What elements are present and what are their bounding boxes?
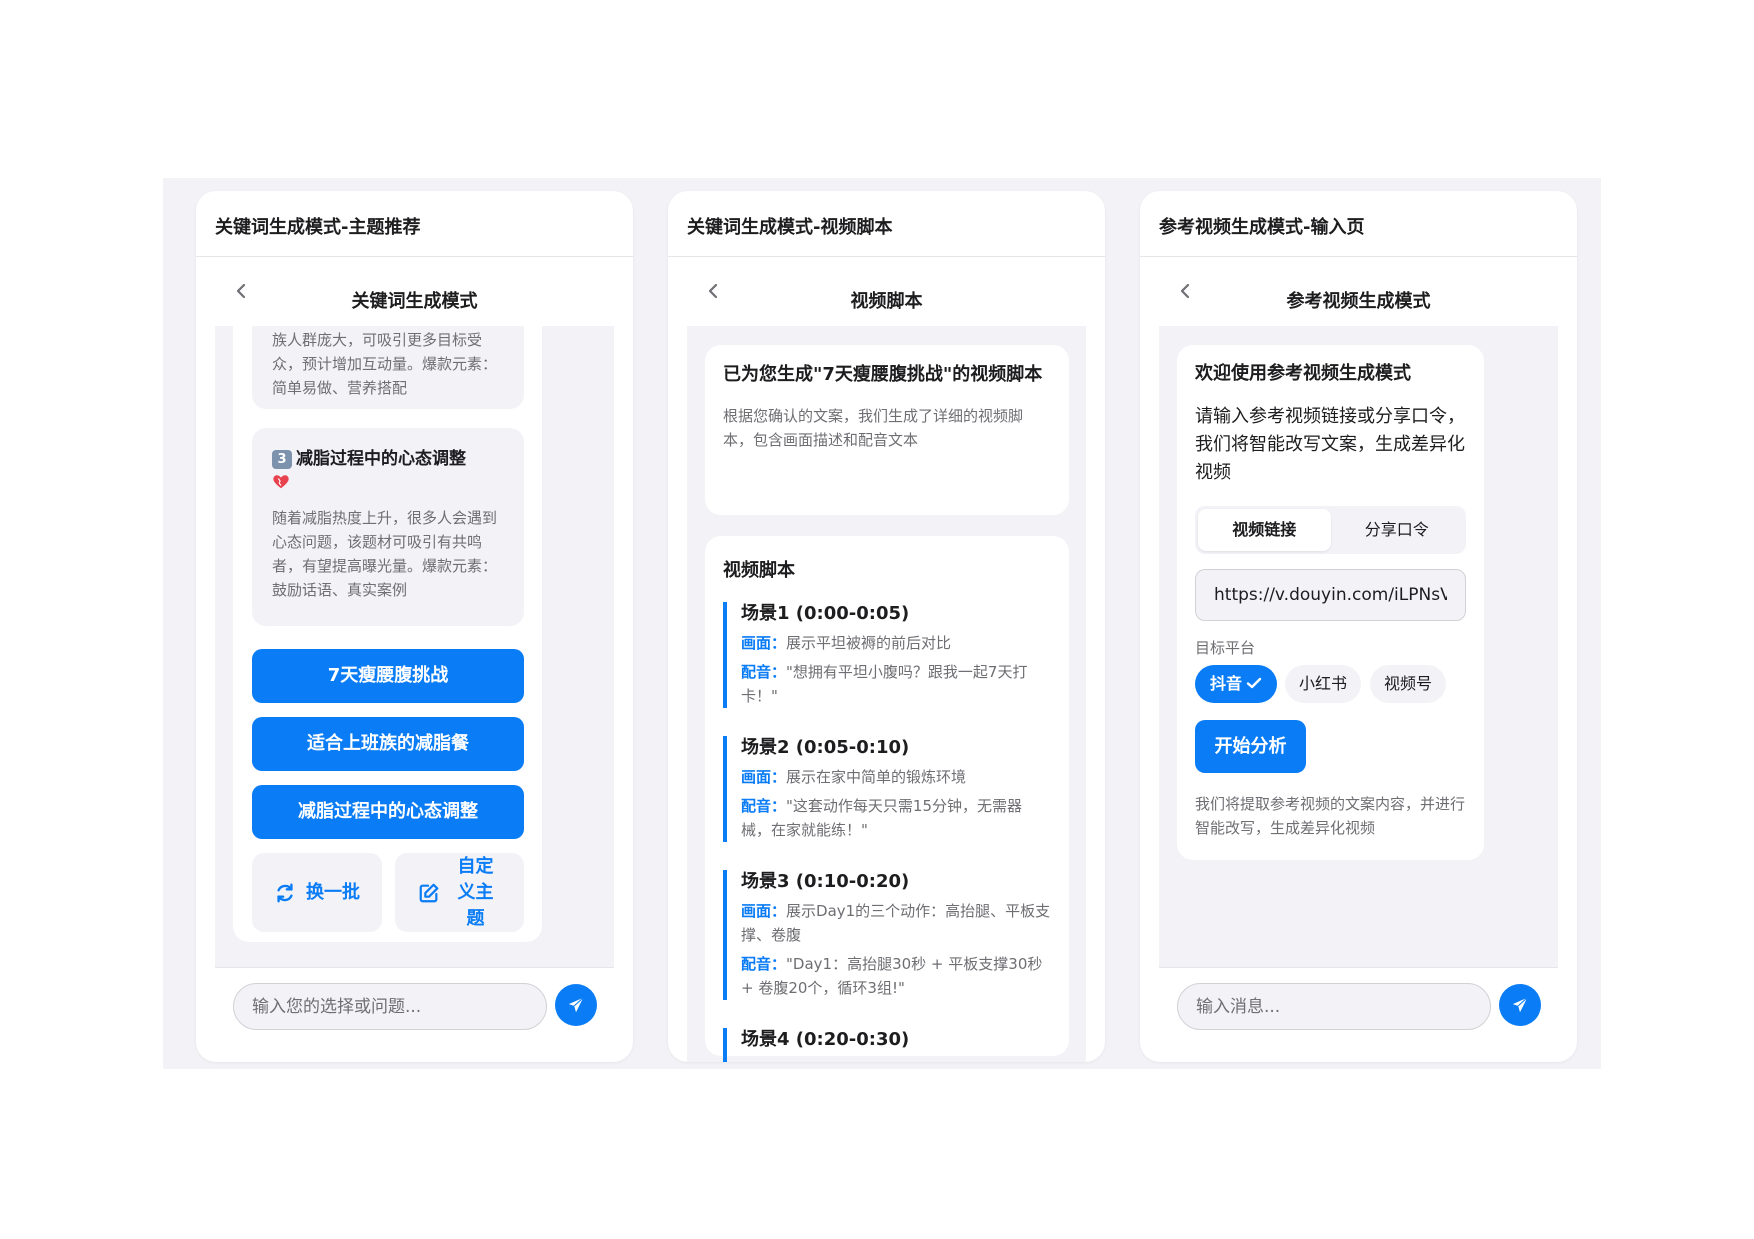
chat-input[interactable] xyxy=(1177,983,1491,1030)
tab-share-code[interactable]: 分享口令 xyxy=(1331,509,1464,551)
heart-icon xyxy=(273,475,289,489)
message-card xyxy=(233,326,542,942)
scene-voice: 配音："想拥有平坦小腹吗？跟我一起7天打卡！" xyxy=(741,663,1028,705)
screens-stage: 关键词生成模式-主题推荐 关键词生成模式 族人群庞大，可吸引更多目标受众，预计增… xyxy=(163,178,1601,1069)
panel-title: 参考视频生成模式-输入页 xyxy=(1140,191,1577,257)
tab-video-link[interactable]: 视频链接 xyxy=(1198,509,1331,551)
nav-title: 参考视频生成模式 xyxy=(1286,291,1431,312)
script-heading: 视频脚本 xyxy=(723,560,795,581)
scene-visual: 画面：展示平坦被褥的前后对比 xyxy=(741,634,952,652)
topic-card-3[interactable]: 3 减脂过程中的心态调整 随着减脂热度上升，很多人会遇到心态问题，该题材可吸引有共… xyxy=(252,428,524,626)
phone-screen: 视频脚本 已为您生成"7天瘦腰腹挑战"的视频脚本 根据您确认的文案，我们生成了详… xyxy=(687,257,1086,1062)
message-desc: 根据您确认的文案，我们生成了详细的视频脚本，包含画面描述和配音文本 xyxy=(723,407,1024,449)
edit-icon xyxy=(419,883,438,902)
option-button-1[interactable]: 7天瘦腰腹挑战 xyxy=(252,649,524,703)
chat-content[interactable]: 欢迎使用参考视频生成模式 请输入参考视频链接或分享口令，我们将智能改写文案，生成… xyxy=(1159,326,1558,967)
input-type-tabs: 视频链接 分享口令 xyxy=(1195,506,1466,554)
send-icon xyxy=(568,997,584,1013)
platform-chip-xiaohongshu[interactable]: 小红书 xyxy=(1285,665,1361,703)
refresh-label: 换一批 xyxy=(306,881,360,903)
number-badge: 3 xyxy=(272,450,292,469)
scene-title: 场景3 (0:10-0:20) xyxy=(741,871,910,892)
send-icon xyxy=(1512,997,1528,1013)
scene-title: 场景4 (0:20-0:30) xyxy=(741,1029,910,1050)
chat-input[interactable] xyxy=(233,983,547,1030)
welcome-text: 请输入参考视频链接或分享口令，我们将智能改写文案，生成差异化视频 xyxy=(1195,406,1465,483)
scene-title: 场景1 (0:00-0:05) xyxy=(741,603,910,624)
footnote: 我们将提取参考视频的文案内容，并进行智能改写，生成差异化视频 xyxy=(1195,795,1466,837)
welcome-title: 欢迎使用参考视频生成模式 xyxy=(1195,363,1411,384)
scene-item: 场景1 (0:00-0:05) 画面：展示平坦被褥的前后对比 配音："想拥有平坦… xyxy=(723,602,1051,708)
platform-label: 目标平台 xyxy=(1195,639,1256,657)
topic-desc: 随着减脂热度上升，很多人会遇到心态问题，该题材可吸引有共鸣者，有望提高曝光量。爆… xyxy=(272,509,498,599)
scene-item: 场景3 (0:10-0:20) 画面：展示Day1的三个动作：高抬腿、平板支撑、… xyxy=(723,870,1051,1000)
scene-visual: 画面：展示在家中简单的锻炼环境 xyxy=(741,768,967,786)
custom-topic-label: 自定义主题 xyxy=(457,855,494,929)
input-bar xyxy=(215,967,614,1062)
chat-content[interactable]: 族人群庞大，可吸引更多目标受众，预计增加互动量。爆款元素：简单易做、营养搭配 3… xyxy=(215,326,614,967)
platform-chip-channels[interactable]: 视频号 xyxy=(1370,665,1446,703)
custom-topic-button[interactable]: 自定义主题 xyxy=(395,853,524,932)
scene-title: 场景2 (0:05-0:10) xyxy=(741,737,910,758)
input-bar xyxy=(1159,967,1558,1062)
phone-screen: 参考视频生成模式 欢迎使用参考视频生成模式 请输入参考视频链接或分享口令，我们将… xyxy=(1159,257,1558,1062)
send-button[interactable] xyxy=(1499,984,1541,1026)
topic-card[interactable]: 族人群庞大，可吸引更多目标受众，预计增加互动量。爆款元素：简单易做、营养搭配 xyxy=(252,326,524,409)
panel-title: 关键词生成模式-主题推荐 xyxy=(196,191,633,257)
nav-title: 视频脚本 xyxy=(850,291,923,312)
panel-video-script: 关键词生成模式-视频脚本 视频脚本 已为您生成"7天瘦腰腹挑战"的视频脚本 根据… xyxy=(668,191,1105,1062)
nav-title: 关键词生成模式 xyxy=(351,291,478,312)
url-input[interactable] xyxy=(1195,569,1466,621)
script-card: 视频脚本 场景1 (0:00-0:05) 画面：展示平坦被褥的前后对比 配音："… xyxy=(705,536,1069,1062)
option-button-2[interactable]: 适合上班族的减脂餐 xyxy=(252,717,524,771)
nav-bar: 视频脚本 xyxy=(687,257,1086,326)
panel-title: 关键词生成模式-视频脚本 xyxy=(668,191,1105,257)
scene-voice: 配音："Day1：高抬腿30秒 + 平板支撑30秒 + 卷腹20个，循环3组!" xyxy=(741,955,1043,997)
check-icon xyxy=(1246,677,1262,689)
scene-item: 场景2 (0:05-0:10) 画面：展示在家中简单的锻炼环境 配音："这套动作… xyxy=(723,736,1051,842)
panel-topic-recommend: 关键词生成模式-主题推荐 关键词生成模式 族人群庞大，可吸引更多目标受众，预计增… xyxy=(196,191,633,1062)
phone-screen: 关键词生成模式 族人群庞大，可吸引更多目标受众，预计增加互动量。爆款元素：简单易… xyxy=(215,257,614,1062)
topic-desc: 族人群庞大，可吸引更多目标受众，预计增加互动量。爆款元素：简单易做、营养搭配 xyxy=(272,331,498,397)
nav-bar: 参考视频生成模式 xyxy=(1159,257,1558,326)
nav-bar: 关键词生成模式 xyxy=(215,257,614,326)
scene-visual: 画面：展示Day1的三个动作：高抬腿、平板支撑、卷腹 xyxy=(741,902,1051,944)
message-card: 已为您生成"7天瘦腰腹挑战"的视频脚本 根据您确认的文案，我们生成了详细的视频脚… xyxy=(705,345,1069,515)
topic-title: 3 减脂过程中的心态调整 xyxy=(272,446,504,500)
panel-reference-input: 参考视频生成模式-输入页 参考视频生成模式 欢迎使用参考视频生成模式 请输入参考… xyxy=(1140,191,1577,1062)
chat-content[interactable]: 已为您生成"7天瘦腰腹挑战"的视频脚本 根据您确认的文案，我们生成了详细的视频脚… xyxy=(687,326,1086,1062)
scene-item: 场景4 (0:20-0:30) xyxy=(723,1028,1051,1062)
scene-voice: 配音："这套动作每天只需15分钟，无需器械，在家就能练！" xyxy=(741,797,1023,839)
refresh-icon xyxy=(277,883,293,902)
refresh-button[interactable]: 换一批 xyxy=(252,853,382,932)
option-button-3[interactable]: 减脂过程中的心态调整 xyxy=(252,785,524,839)
send-button[interactable] xyxy=(555,984,597,1026)
message-title: 已为您生成"7天瘦腰腹挑战"的视频脚本 xyxy=(723,364,1043,385)
welcome-card: 欢迎使用参考视频生成模式 请输入参考视频链接或分享口令，我们将智能改写文案，生成… xyxy=(1177,345,1484,860)
platform-chip-douyin[interactable]: 抖音 xyxy=(1195,665,1277,703)
start-analysis-button[interactable]: 开始分析 xyxy=(1195,720,1306,773)
